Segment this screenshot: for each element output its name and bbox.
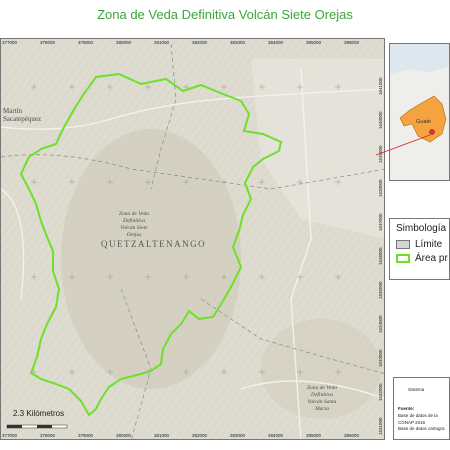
map-title: Zona de Veda Definitiva Volcán Siete Ore…: [97, 7, 353, 22]
x-coord-label-bottom: 386000: [344, 433, 360, 438]
y-coord-label-right: 1641000: [378, 77, 383, 95]
inset-map[interactable]: Guate: [389, 43, 450, 181]
credits-line-1: Base de datos de la: [398, 413, 438, 418]
inset-label-guate: Guate: [416, 119, 431, 125]
x-coord-label-bottom: 385000: [306, 433, 322, 438]
x-coord-label-top: 385000: [306, 40, 322, 45]
main-map[interactable]: Martín Sacatepéquez QUETZALTENANGO Zona …: [0, 38, 385, 440]
y-coord-label-right: 1633000: [378, 349, 383, 367]
label-quetzaltenango: QUETZALTENANGO: [101, 239, 207, 249]
x-coord-label-top: 381000: [154, 40, 170, 45]
label-zona-veda-se: Zona de Veda Definitiva Volcán Santa Mar…: [307, 385, 337, 413]
x-coord-label-bottom: 378000: [40, 433, 56, 438]
label-zona-veda-se-line4: María: [315, 406, 329, 412]
label-zona-veda-se-line2: Definitiva: [310, 392, 333, 398]
label-zona-veda-main-line3: Volcán Siete: [120, 225, 148, 231]
credits-line-2: CONAP 2016: [398, 420, 426, 425]
credits-source-label: Fuente:: [398, 406, 415, 411]
label-san-martin-line1: Martín: [3, 107, 23, 115]
x-coord-label-bottom: 380000: [116, 433, 132, 438]
label-san-martin: Martín Sacatepéquez: [3, 107, 41, 123]
x-coord-label-bottom: 383000: [230, 433, 246, 438]
credits-line-3: Base de datos cartogra: [398, 426, 445, 431]
x-coord-label-top: 382000: [192, 40, 208, 45]
scale-label: 2.3 Kilómetros: [13, 409, 65, 418]
credits-heading: Sistema: [408, 387, 425, 392]
x-coord-label-top: 378000: [40, 40, 56, 45]
label-zona-veda-se-line1: Zona de Veda: [307, 385, 337, 391]
y-coord-label-right: 1639000: [378, 145, 383, 163]
label-zona-veda-main-line2: Definitiva: [122, 218, 145, 224]
legend: Simbología Límite Área pr: [389, 218, 450, 280]
inset-location-marker: [429, 129, 435, 135]
x-coord-label-top: 383000: [230, 40, 246, 45]
legend-item-limite: Límite: [396, 239, 443, 250]
y-coord-label-right: 1631000: [378, 417, 383, 435]
y-coord-label-right: 1637000: [378, 213, 383, 231]
legend-label-limite: Límite: [415, 239, 443, 250]
legend-title: Simbología: [396, 223, 447, 234]
x-coord-label-bottom: 384000: [268, 433, 284, 438]
legend-label-area: Área pr: [415, 253, 448, 264]
scale-bar: [6, 424, 68, 429]
y-coord-label-right: 1640000: [378, 111, 383, 129]
y-coord-label-right: 1634000: [378, 315, 383, 333]
x-coord-label-top: 384000: [268, 40, 284, 45]
legend-item-area: Área pr: [396, 253, 448, 264]
inset-canvas: [390, 44, 449, 180]
x-coord-label-top: 380000: [116, 40, 132, 45]
label-zona-veda-main-line4: Orejas: [126, 232, 142, 238]
x-coord-label-top: 377000: [2, 40, 18, 45]
credits-box: Sistema Fuente: Base de datos de la CONA…: [393, 377, 450, 440]
y-coord-label-right: 1638000: [378, 179, 383, 197]
x-coord-label-bottom: 382000: [192, 433, 208, 438]
y-coord-label-right: 1635000: [378, 281, 383, 299]
legend-swatch-gray: [396, 239, 410, 249]
x-coord-label-bottom: 381000: [154, 433, 170, 438]
x-coord-label-bottom: 379000: [78, 433, 94, 438]
x-coord-label-top: 379000: [78, 40, 94, 45]
y-coord-label-right: 1632000: [378, 383, 383, 401]
label-san-martin-line2: Sacatepéquez: [3, 115, 42, 123]
label-zona-veda-main-line1: Zona de Veda: [119, 211, 149, 217]
label-zona-veda-main: Zona de Veda Definitiva Volcán Siete Ore…: [119, 211, 149, 239]
legend-swatch-green: [396, 253, 410, 263]
x-coord-label-top: 386000: [344, 40, 360, 45]
label-zona-veda-se-line3: Volcán Santa: [307, 399, 337, 405]
x-coord-label-bottom: 377000: [2, 433, 18, 438]
y-coord-label-right: 1636000: [378, 247, 383, 265]
